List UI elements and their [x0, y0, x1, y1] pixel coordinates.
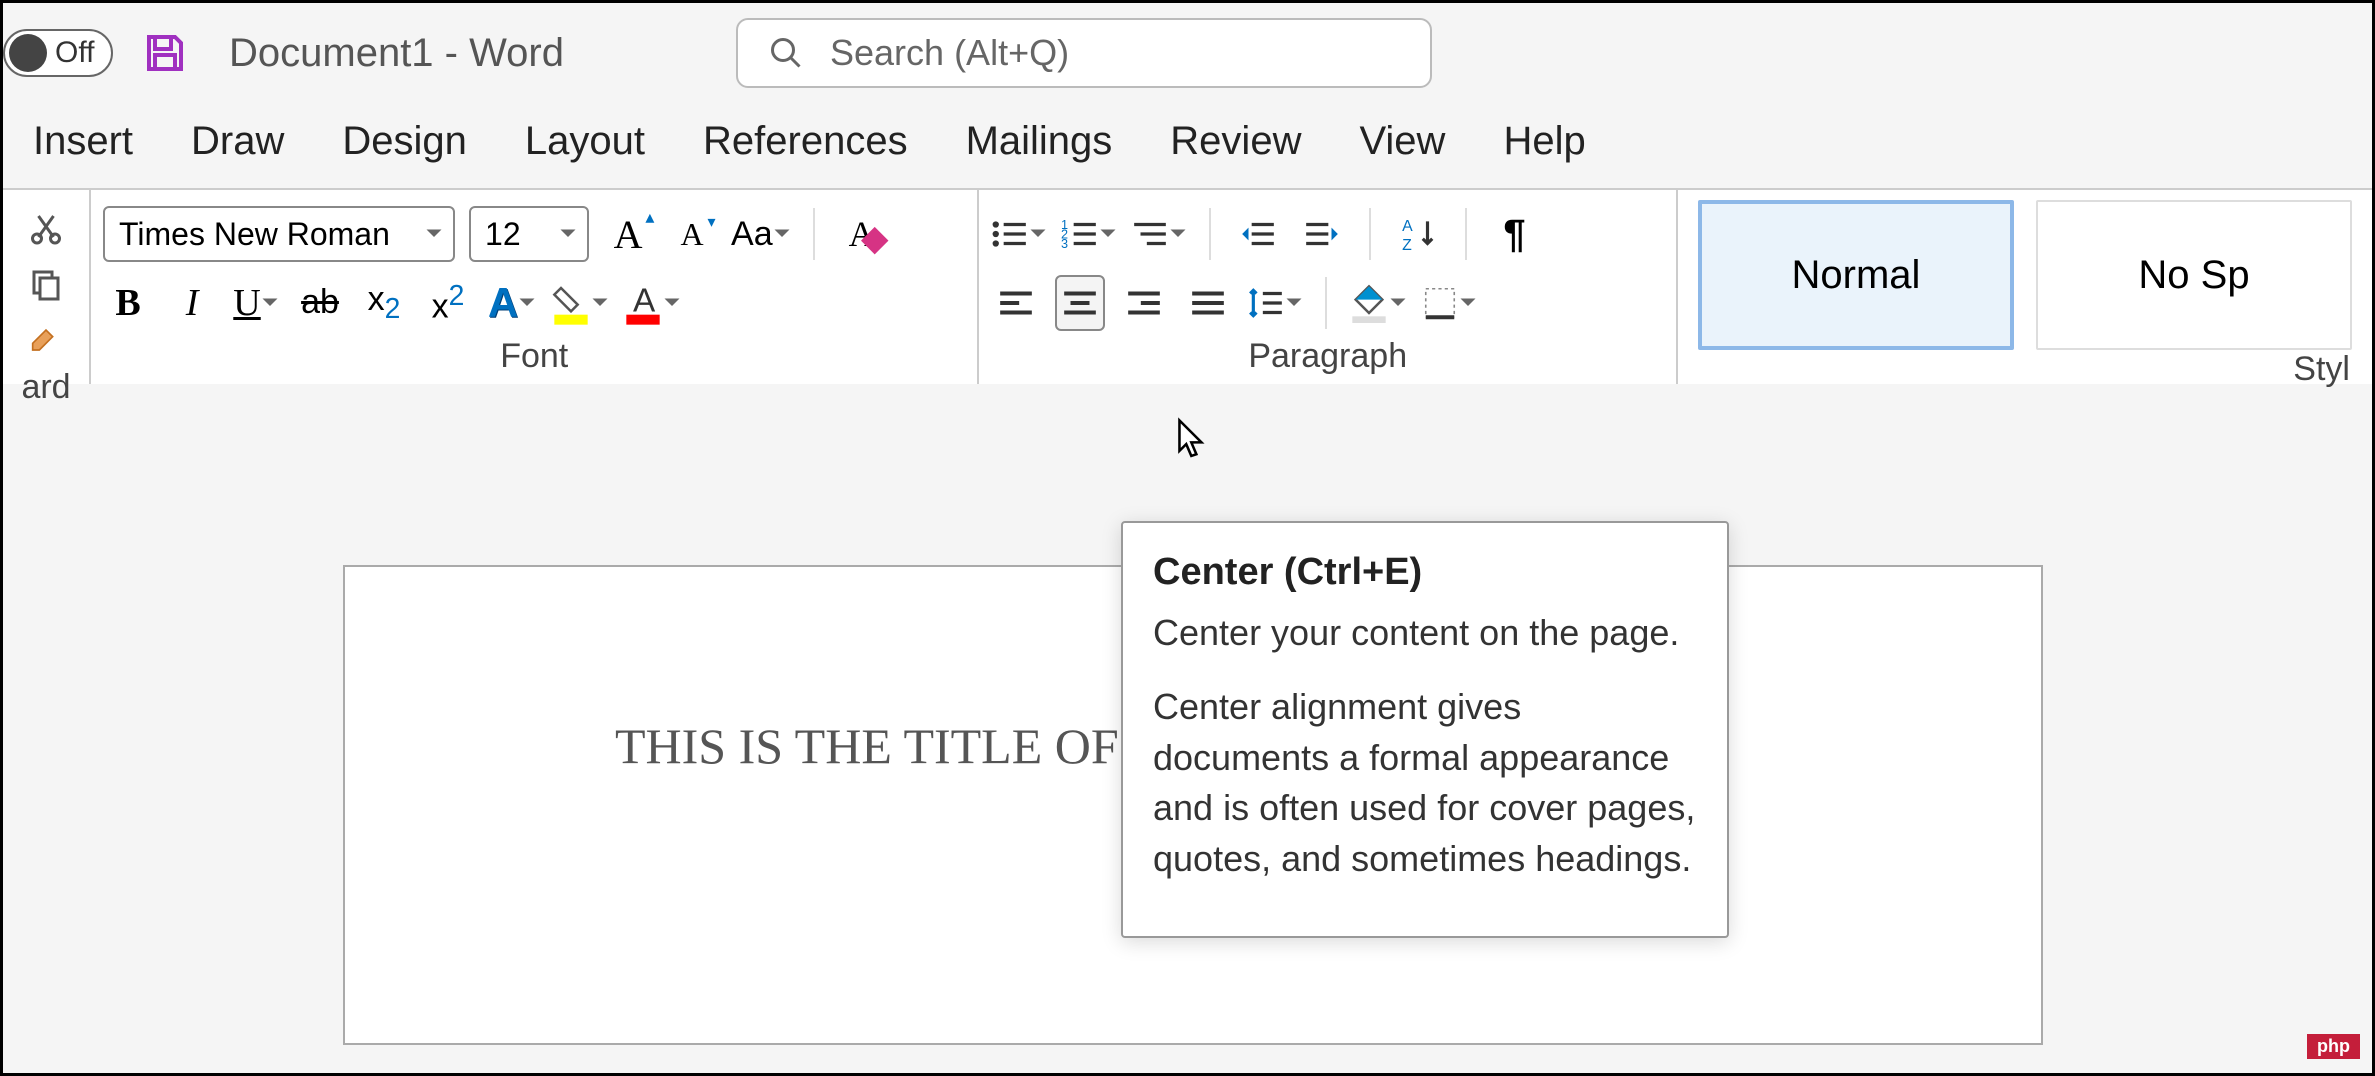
- ribbon-tabs: Insert Draw Design Layout References Mai…: [3, 103, 2372, 188]
- document-title: Document1 - Word: [229, 31, 564, 76]
- font-group: Times New Roman 12 A▴ A▾ Aa A◆ B I U ab …: [91, 190, 979, 384]
- font-color-button[interactable]: A: [623, 275, 681, 331]
- tab-layout[interactable]: Layout: [525, 119, 645, 164]
- italic-button[interactable]: I: [167, 275, 217, 331]
- cursor-icon: [1175, 417, 1211, 461]
- clipboard-group: ard: [3, 190, 91, 384]
- style-normal[interactable]: Normal: [1698, 200, 2014, 350]
- toggle-label: Off: [55, 36, 94, 70]
- tab-view[interactable]: View: [1359, 119, 1445, 164]
- bullets-button[interactable]: [991, 206, 1047, 262]
- search-box[interactable]: Search (Alt+Q): [736, 18, 1432, 88]
- ribbon: ard Times New Roman 12 A▴ A▾ Aa A◆ B: [3, 188, 2372, 384]
- svg-text:A: A: [633, 282, 656, 319]
- clear-formatting-button[interactable]: A◆: [837, 206, 887, 262]
- strikethrough-button[interactable]: ab: [295, 275, 345, 331]
- bold-button[interactable]: B: [103, 275, 153, 331]
- tab-insert[interactable]: Insert: [33, 119, 133, 164]
- underline-button[interactable]: U: [231, 275, 281, 331]
- toggle-knob: [9, 34, 47, 72]
- svg-text:3: 3: [1061, 238, 1068, 251]
- watermark-badge: php: [2307, 1034, 2360, 1059]
- line-spacing-button[interactable]: [1247, 275, 1303, 331]
- highlight-button[interactable]: [551, 275, 609, 331]
- sort-button[interactable]: AZ: [1393, 206, 1443, 262]
- increase-indent-button[interactable]: [1297, 206, 1347, 262]
- change-case-button[interactable]: Aa: [731, 206, 791, 262]
- justify-button[interactable]: [1183, 275, 1233, 331]
- tab-mailings[interactable]: Mailings: [966, 119, 1113, 164]
- multilevel-list-button[interactable]: [1131, 206, 1187, 262]
- font-name-value: Times New Roman: [119, 216, 425, 253]
- search-icon: [768, 35, 804, 71]
- font-size-value: 12: [485, 216, 559, 253]
- format-painter-button[interactable]: [15, 312, 77, 368]
- numbering-button[interactable]: 123: [1061, 206, 1117, 262]
- tooltip-body: Center your content on the page. Center …: [1153, 608, 1697, 884]
- title-bar: Off Document1 - Word Search (Alt+Q): [3, 3, 2372, 103]
- align-right-button[interactable]: [1119, 275, 1169, 331]
- align-center-button[interactable]: [1055, 275, 1105, 331]
- increase-font-button[interactable]: A▴: [603, 206, 653, 262]
- show-paragraph-marks-button[interactable]: ¶: [1489, 206, 1539, 262]
- save-icon[interactable]: [141, 29, 189, 77]
- toggle-switch[interactable]: Off: [3, 29, 113, 77]
- style-no-spacing[interactable]: No Sp: [2036, 200, 2352, 350]
- shading-button[interactable]: [1349, 275, 1407, 331]
- copy-button[interactable]: [15, 256, 77, 312]
- tooltip-title: Center (Ctrl+E): [1153, 551, 1697, 594]
- font-group-label: Font: [103, 337, 965, 380]
- tab-draw[interactable]: Draw: [191, 119, 284, 164]
- svg-text:Z: Z: [1403, 237, 1413, 253]
- borders-button[interactable]: [1421, 275, 1477, 331]
- tab-review[interactable]: Review: [1170, 119, 1301, 164]
- tooltip: Center (Ctrl+E) Center your content on t…: [1121, 521, 1729, 938]
- subscript-button[interactable]: x2: [359, 275, 409, 331]
- tab-references[interactable]: References: [703, 119, 908, 164]
- cut-button[interactable]: [15, 200, 77, 256]
- font-name-select[interactable]: Times New Roman: [103, 206, 455, 262]
- paragraph-group: 123 AZ ¶ Paragraph: [979, 190, 1678, 384]
- styles-group: Normal No Sp Styl: [1678, 190, 2372, 384]
- clipboard-group-label: ard: [15, 368, 77, 411]
- text-effects-button[interactable]: A: [487, 275, 537, 331]
- tab-help[interactable]: Help: [1503, 119, 1585, 164]
- decrease-indent-button[interactable]: [1233, 206, 1283, 262]
- search-placeholder: Search (Alt+Q): [830, 32, 1069, 74]
- align-left-button[interactable]: [991, 275, 1041, 331]
- superscript-button[interactable]: x2: [423, 275, 473, 331]
- tab-design[interactable]: Design: [342, 119, 467, 164]
- document-body-text: THIS IS THE TITLE OF M: [615, 717, 1176, 775]
- font-size-select[interactable]: 12: [469, 206, 589, 262]
- styles-group-label: Styl: [1690, 350, 2360, 393]
- paragraph-group-label: Paragraph: [991, 337, 1664, 380]
- decrease-font-button[interactable]: A▾: [667, 206, 717, 262]
- svg-text:A: A: [1403, 218, 1414, 235]
